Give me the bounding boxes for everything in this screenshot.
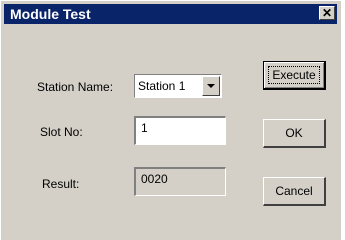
ok-button[interactable]: OK (263, 119, 326, 148)
result-field: 0020 (134, 167, 226, 196)
execute-button[interactable]: Execute (263, 61, 326, 90)
dropdown-button[interactable] (202, 76, 220, 96)
slot-no-value: 1 (141, 121, 148, 135)
close-icon: ✕ (321, 6, 333, 20)
close-button[interactable]: ✕ (319, 6, 335, 20)
window-title: Module Test (10, 6, 91, 22)
cancel-button-label: Cancel (275, 184, 313, 198)
ok-button-label: OK (285, 126, 303, 140)
module-test-dialog: Module Test ✕ Station Name: Station 1 Sl… (0, 0, 341, 240)
slot-no-input[interactable]: 1 (134, 116, 226, 145)
focus-rectangle (268, 66, 320, 84)
title-bar[interactable]: Module Test ✕ (4, 4, 337, 24)
station-name-select[interactable]: Station 1 (134, 74, 222, 98)
chevron-down-icon (207, 84, 215, 88)
station-name-label: Station Name: (37, 80, 114, 94)
result-value: 0020 (141, 172, 168, 186)
slot-no-label: Slot No: (40, 125, 83, 139)
result-label: Result: (42, 177, 80, 191)
cancel-button[interactable]: Cancel (263, 177, 326, 206)
station-name-value: Station 1 (138, 79, 186, 93)
